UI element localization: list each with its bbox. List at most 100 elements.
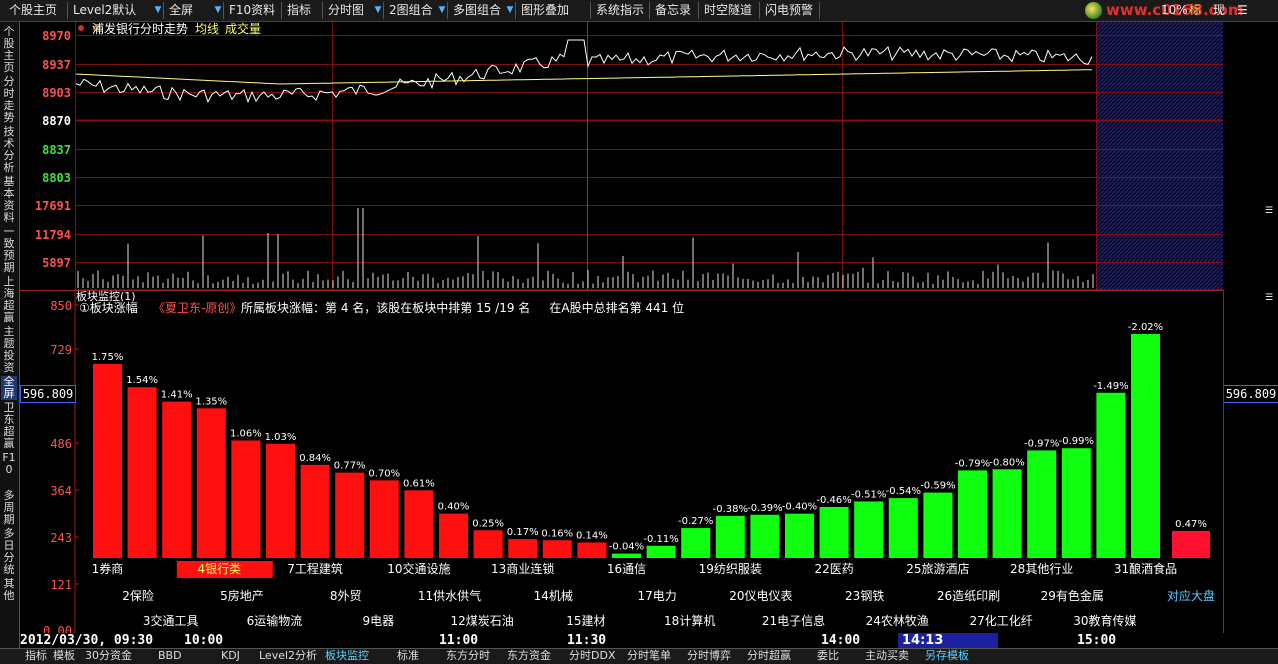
menu-dropdown-icon[interactable]: ▼ (153, 3, 163, 17)
volume-menu-icon[interactable]: ☰ (1265, 206, 1273, 216)
sector-bar-27 (992, 469, 1022, 558)
bottom-tab-10[interactable]: 分时DDX (566, 649, 618, 664)
menu-dropdown-icon[interactable]: ▼ (213, 3, 223, 17)
sector-value-label-22: -0.46% (816, 495, 851, 506)
bottom-tab-4[interactable]: KDJ (218, 649, 243, 664)
logo-globe-icon (1085, 2, 1102, 19)
monitor-y-tick-7: 0.00 (43, 624, 72, 633)
time-tick-1500: 15:00 (1077, 633, 1117, 648)
bottom-tab-13[interactable]: 分时超赢 (744, 649, 794, 664)
monitor-y-tick-6: 121 (50, 578, 72, 592)
sector-value-label-16: -0.04% (609, 542, 644, 553)
bottom-tab-16[interactable]: 另存模板 (922, 649, 972, 664)
menu-item-11[interactable]: 时空隧道 (701, 2, 755, 18)
menu-item-1[interactable]: Level2默认 (70, 2, 139, 18)
menu-item-9[interactable]: 系统指示 (593, 2, 647, 18)
bottom-tab-7[interactable]: 标准 (394, 649, 422, 664)
bottom-tab-2[interactable]: 30分资金 (82, 649, 135, 664)
menu-item-6[interactable]: 2图组合 (386, 2, 436, 18)
sidebar-tab-10[interactable]: 多周期 (1, 490, 17, 526)
menu-item-4[interactable]: 指标 (284, 2, 314, 18)
sector-value-label-8: 0.77% (334, 461, 366, 472)
menu-separator (163, 2, 164, 19)
sector-value-label-9: 0.70% (368, 468, 400, 479)
menu-separator (590, 2, 591, 19)
sector-bar-13 (508, 539, 538, 558)
sector-bar-18 (681, 528, 711, 558)
top-menubar: 个股主页 Level2默认 ▼ 全屏 ▼ F10资料 指标 分时图 ▼ 2图组合 ▼ 多图组合 ▼ 图形叠… (0, 0, 1278, 22)
bottom-tab-3[interactable]: BBD (155, 649, 185, 664)
price-tick-left-2: 8903 (42, 86, 71, 100)
sidebar-tab-7[interactable]: 全屏 (1, 376, 17, 400)
market-bar (1172, 530, 1210, 558)
sidebar-tab-6[interactable]: 主题投资 (1, 326, 17, 374)
sidebar-tab-12[interactable]: 其他 (1, 578, 17, 602)
sector-name-22: 22医药 (814, 562, 853, 576)
sidebar-tab-1[interactable]: 分时走势 (1, 76, 17, 124)
sector-value-label-1: 1.75% (92, 352, 124, 363)
menu-item-0[interactable]: 个股主页 (6, 2, 60, 18)
bottom-tab-8[interactable]: 东方分时 (443, 649, 493, 664)
monitor-menu-icon[interactable]: ☰ (1265, 293, 1273, 303)
menu-item-12[interactable]: 闪电预警 (762, 2, 816, 18)
time-start: 2012/03/30, 09:30 (20, 633, 154, 648)
sidebar-tab-9[interactable]: F10 (1, 452, 17, 488)
sector-name-24: 24农林牧渔 (866, 614, 929, 628)
menu-item-5[interactable]: 分时图 (325, 2, 367, 18)
menu-item-10[interactable]: 备忘录 (652, 2, 694, 18)
sector-bar-31 (1131, 334, 1160, 558)
menu-separator (819, 2, 820, 19)
menu-item-2[interactable]: 全屏 (166, 2, 196, 18)
bottom-tab-1[interactable]: 模板 (50, 649, 78, 664)
menu-dropdown-icon[interactable]: ▼ (437, 3, 447, 17)
sidebar-tab-3[interactable]: 基本资料 (1, 176, 17, 224)
menu-separator (649, 2, 650, 19)
bottom-tab-0[interactable]: 指标 (22, 649, 50, 664)
close-panel-icon (78, 25, 84, 31)
monitor-y-tick-1: 729 (50, 343, 72, 357)
bottom-tab-11[interactable]: 分时笔单 (624, 649, 674, 664)
bottom-tab-6[interactable]: 板块监控 (322, 649, 372, 664)
sector-name-11: 11供水供气 (418, 588, 481, 603)
sector-value-label-25: -0.59% (920, 481, 955, 492)
sidebar-tab-2[interactable]: 技术分析 (1, 126, 17, 174)
sector-value-label-29: -0.99% (1059, 436, 1094, 447)
sidebar-tab-5[interactable]: 上海超赢 (1, 276, 17, 324)
bottom-tab-12[interactable]: 分时博弈 (684, 649, 734, 664)
sector-bar-11 (439, 513, 468, 558)
sidebar-tab-0[interactable]: 个股主页 (1, 26, 17, 74)
sector-bar-30 (1096, 392, 1126, 558)
bottom-tab-9[interactable]: 东方资金 (504, 649, 554, 664)
sector-name-9: 9电器 (362, 614, 394, 628)
sector-bar-21 (785, 513, 814, 558)
sector-value-label-6: 1.03% (265, 432, 297, 443)
menu-item-3[interactable]: F10资料 (226, 2, 278, 18)
menu-separator (515, 2, 516, 19)
sidebar-tab-4[interactable]: 一致预期 (1, 226, 17, 274)
bottom-tab-15[interactable]: 主动买卖 (862, 649, 912, 664)
sector-bar-17 (646, 545, 676, 558)
sector-value-label-4: 1.35% (195, 396, 227, 407)
mark-button[interactable]: 标 (1186, 2, 1204, 18)
sector-value-label-15: 0.14% (576, 530, 608, 541)
sector-monitor-chart[interactable]: 板块监控(1) ①板块涨幅 《夏卫东-原创》 所属板块涨幅：第 4 名，该股在板… (20, 290, 1223, 633)
bottom-tab-14[interactable]: 委比 (814, 649, 842, 664)
sidebar-tab-11[interactable]: 多日分统 (1, 528, 17, 576)
sector-value-label-20: -0.39% (747, 503, 782, 514)
sector-value-label-10: 0.61% (403, 478, 435, 489)
intraday-price-chart[interactable]: 8970893789038870883788031.1%0.8%0.4%0.0%… (20, 22, 1223, 290)
sector-value-label-31: -2.02% (1128, 322, 1163, 333)
sidebar-tab-8[interactable]: 卫东超赢 (1, 402, 17, 450)
menu-item-7[interactable]: 多图组合 (450, 2, 504, 18)
menu-dropdown-icon[interactable]: ▼ (505, 3, 515, 17)
sector-value-label-23: -0.51% (851, 489, 886, 500)
sector-name-26: 26造纸印刷 (937, 589, 1000, 603)
menu-list-icon[interactable]: ☰ (1234, 2, 1251, 18)
menu-item-8[interactable]: 图形叠加 (518, 2, 572, 18)
menu-dropdown-icon[interactable]: ▼ (373, 3, 383, 17)
sector-value-label-19: -0.38% (713, 504, 748, 515)
bottom-tab-5[interactable]: Level2分析 (256, 649, 320, 664)
current-button[interactable]: 现 (1210, 2, 1228, 18)
sector-bar-5 (231, 440, 261, 558)
sector-bar-23 (854, 501, 884, 558)
